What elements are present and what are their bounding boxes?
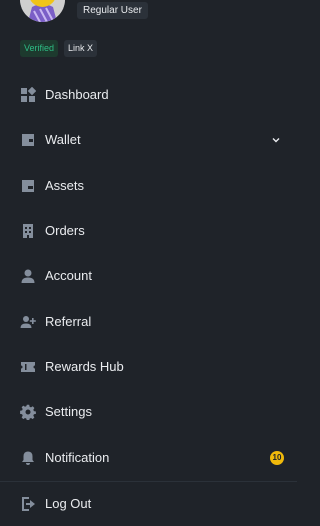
sidebar: Regular User Verified Link X Dashboard Wa…: [0, 0, 297, 522]
avatar-image: [20, 0, 65, 22]
chevron-down-icon[interactable]: [271, 135, 281, 145]
menu-item-dashboard[interactable]: Dashboard: [0, 73, 297, 117]
gear-icon: [20, 404, 36, 420]
assets-icon: [20, 178, 36, 194]
menu-item-referral[interactable]: Referral: [0, 300, 297, 344]
menu-label-logout: Log Out: [45, 496, 92, 511]
menu-label-wallet: Wallet: [45, 132, 81, 147]
menu-label-assets: Assets: [45, 178, 85, 193]
menu-label-settings: Settings: [45, 404, 92, 419]
account-icon: [20, 268, 36, 284]
menu-item-orders[interactable]: Orders: [0, 209, 297, 253]
link-x-badge[interactable]: Link X: [64, 40, 98, 57]
menu-item-notification[interactable]: Notification 10: [0, 436, 297, 480]
profile-badges: Verified Link X: [20, 40, 98, 57]
menu-item-wallet[interactable]: Wallet: [0, 118, 297, 162]
bell-icon: [20, 450, 36, 466]
notification-count-badge: 10: [270, 451, 284, 465]
menu-label-notification: Notification: [45, 450, 110, 465]
menu-item-assets[interactable]: Assets: [0, 164, 297, 208]
orders-icon: [20, 223, 36, 239]
menu-label-account: Account: [45, 268, 92, 283]
menu-label-orders: Orders: [45, 223, 85, 238]
menu-label-referral: Referral: [45, 314, 92, 329]
logout-icon: [20, 496, 36, 512]
ticket-icon: [20, 359, 36, 375]
avatar[interactable]: [20, 0, 65, 22]
menu-item-rewards-hub[interactable]: Rewards Hub: [0, 345, 297, 389]
referral-icon: [20, 314, 36, 330]
dashboard-icon: [20, 87, 36, 103]
verified-badge: Verified: [20, 40, 59, 57]
menu-item-settings[interactable]: Settings: [0, 390, 297, 434]
menu-label-dashboard: Dashboard: [45, 87, 109, 102]
user-type-badge: Regular User: [77, 2, 148, 19]
menu-item-account[interactable]: Account: [0, 254, 297, 298]
menu-item-logout[interactable]: Log Out: [0, 482, 297, 526]
wallet-icon: [20, 132, 36, 148]
menu-label-rewards-hub: Rewards Hub: [45, 359, 124, 374]
